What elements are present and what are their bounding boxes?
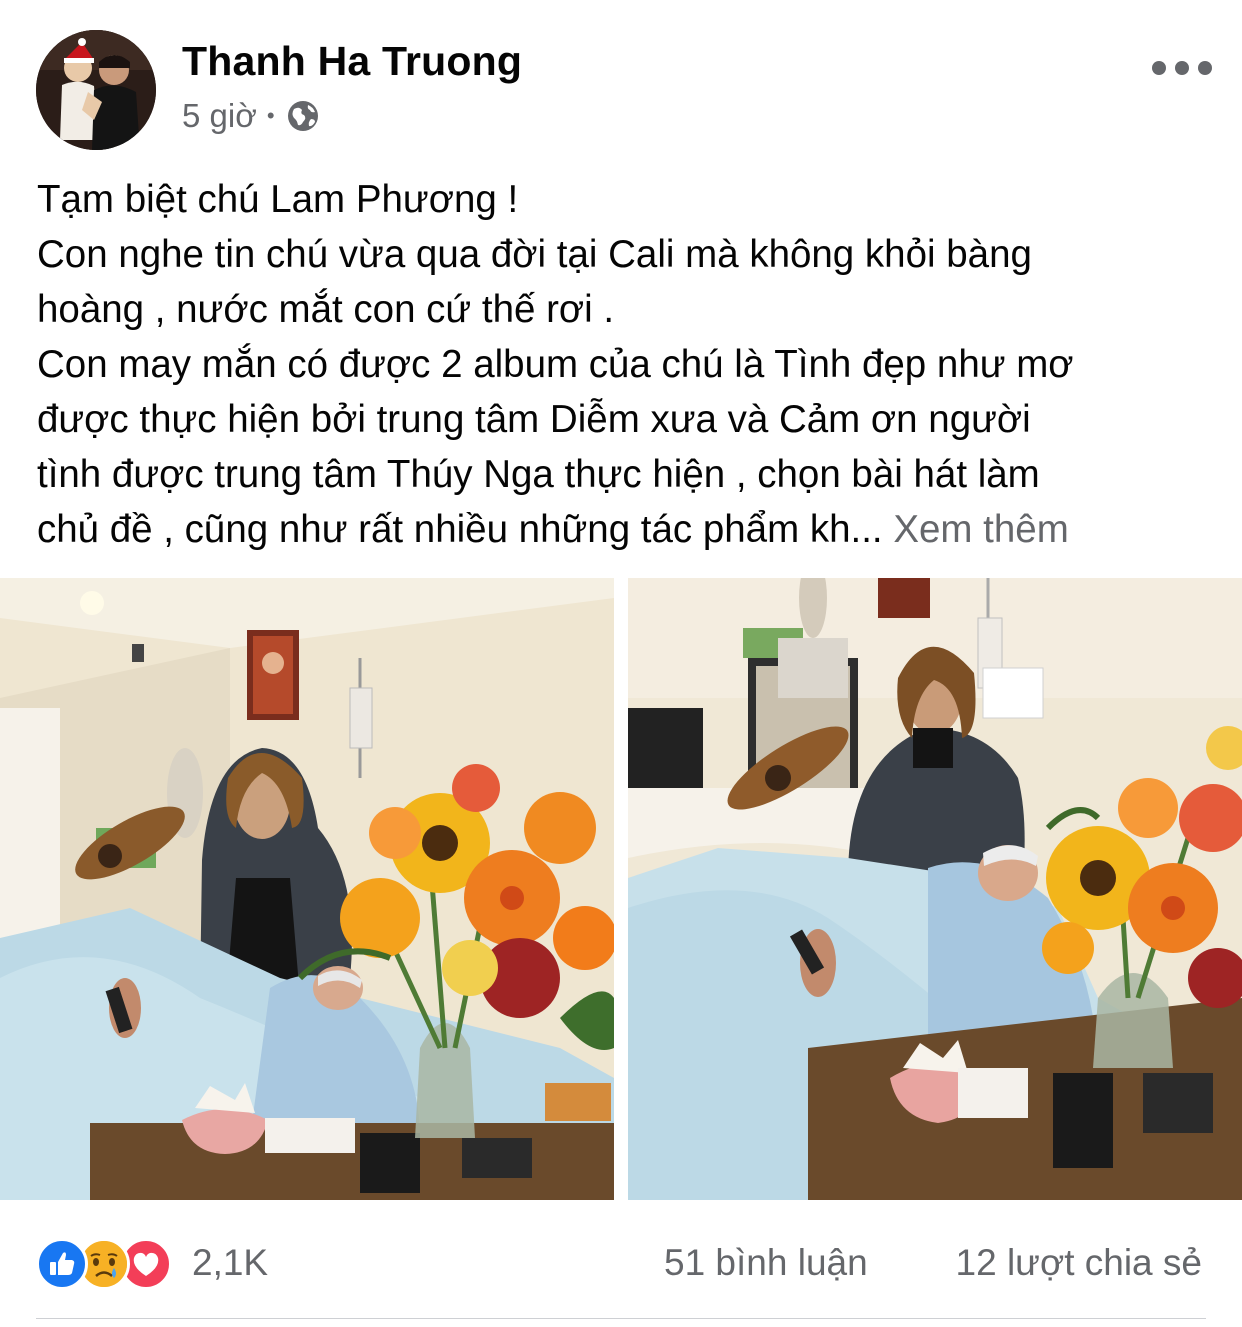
post-photo-1[interactable]: [0, 578, 614, 1200]
post-text-line: được thực hiện bởi trung tâm Diễm xưa và…: [37, 398, 1031, 441]
author-avatar[interactable]: [36, 30, 156, 150]
post-text-line: Con may mắn có được 2 album của chú là T…: [37, 343, 1074, 386]
like-icon: [36, 1238, 88, 1290]
post-text-line: chủ đề , cũng như rất nhiều những tác ph…: [37, 502, 1217, 557]
post-text: Tạm biệt chú Lam Phương ! Con nghe tin c…: [37, 172, 1217, 557]
post-text-line: Con nghe tin chú vừa qua đời tại Cali mà…: [37, 233, 1032, 276]
author-name[interactable]: Thanh Ha Truong: [182, 38, 522, 85]
post-header: Thanh Ha Truong 5 giờ •: [0, 0, 1242, 160]
post-text-line: tình được trung tâm Thúy Nga thực hiện ,…: [37, 453, 1040, 496]
comment-count[interactable]: 51 bình luận: [664, 1242, 868, 1284]
reaction-icons[interactable]: [36, 1238, 172, 1290]
reactions-bar: 2,1K 51 bình luận 12 lượt chia sẻ: [0, 1210, 1242, 1310]
dot-icon: [1175, 61, 1189, 75]
post-photo-2[interactable]: [628, 578, 1242, 1200]
post-time[interactable]: 5 giờ: [182, 97, 257, 135]
post-meta: 5 giờ •: [182, 96, 321, 136]
reaction-count[interactable]: 2,1K: [192, 1242, 268, 1284]
post-text-line: hoàng , nước mắt con cứ thế rơi .: [37, 288, 615, 331]
meta-separator: •: [266, 103, 275, 128]
globe-icon: [287, 101, 318, 131]
footer-divider: [36, 1318, 1206, 1319]
dot-icon: [1198, 61, 1212, 75]
dot-icon: [1152, 61, 1166, 75]
more-options-button[interactable]: [1152, 52, 1212, 84]
post-text-line: Tạm biệt chú Lam Phương !: [37, 178, 519, 221]
share-count[interactable]: 12 lượt chia sẻ: [956, 1242, 1202, 1284]
post-text-last: chủ đề , cũng như rất nhiều những tác ph…: [37, 508, 883, 551]
see-more-link[interactable]: Xem thêm: [893, 508, 1068, 551]
